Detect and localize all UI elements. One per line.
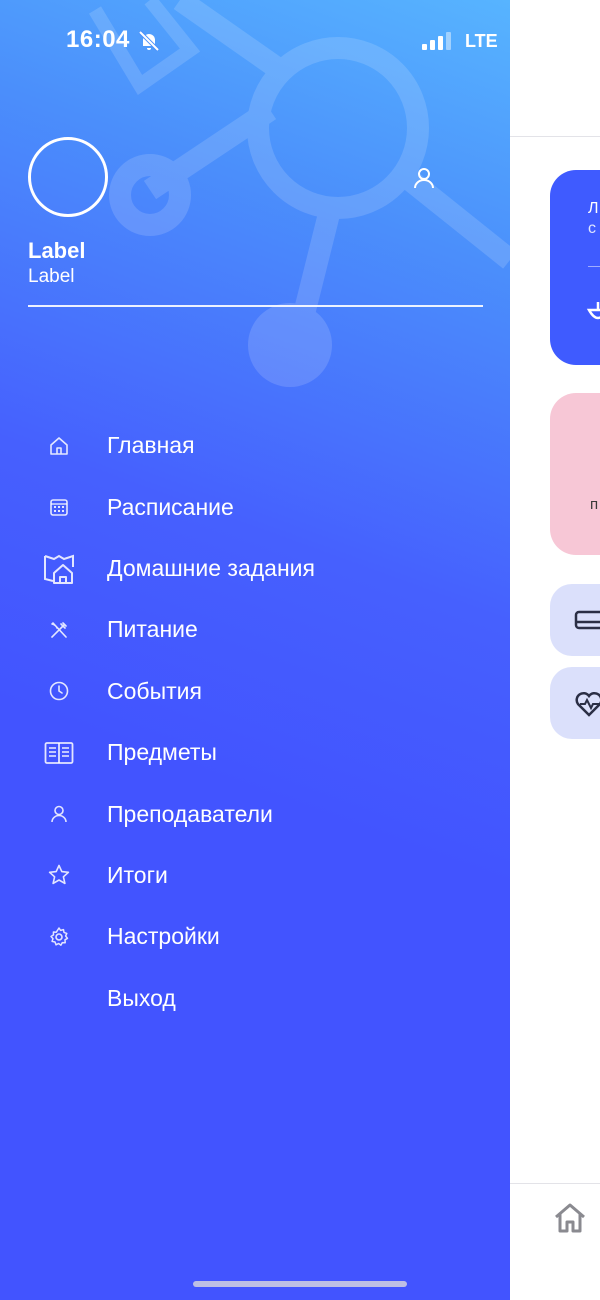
clock-icon — [40, 672, 78, 710]
calendar-icon — [40, 488, 78, 526]
network-type: LTE — [465, 31, 498, 51]
menu-item-homework[interactable]: Домашние задания — [0, 538, 510, 599]
drawer-menu: Главная Расписание Домашние задания Пита… — [0, 415, 510, 1029]
alert-card[interactable]: п — [550, 393, 600, 555]
menu-item-label: Предметы — [107, 739, 217, 766]
menu-item-label: Питание — [107, 616, 198, 643]
food-icon — [586, 302, 600, 320]
card-shortcut[interactable] — [550, 584, 600, 656]
menu-item-label: События — [107, 677, 202, 704]
menu-item-label: Итоги — [107, 861, 168, 888]
avatar[interactable] — [28, 137, 108, 217]
menu-item-label: Расписание — [107, 493, 234, 520]
gear-icon — [40, 918, 78, 956]
signal-icon — [422, 32, 451, 50]
info-card-line-1: Л — [588, 200, 599, 217]
menu-item-label: Домашние задания — [107, 554, 315, 581]
menu-item-logout[interactable]: Выход — [0, 968, 510, 1029]
tab-home-icon[interactable] — [552, 1200, 588, 1236]
menu-item-label: Преподаватели — [107, 800, 273, 827]
heart-pulse-icon — [575, 691, 600, 717]
tabbar-divider — [510, 1183, 600, 1184]
status-time: 16:04 — [66, 26, 130, 53]
homework-icon — [40, 549, 78, 587]
menu-item-events[interactable]: События — [0, 661, 510, 722]
menu-item-teachers[interactable]: Преподаватели — [0, 783, 510, 844]
navigation-drawer: 16:04 LTE Label Label Главная Расписание — [0, 0, 510, 1300]
profile-icon[interactable] — [410, 164, 438, 192]
star-icon — [40, 856, 78, 894]
info-card-line-2: с — [588, 220, 596, 237]
menu-item-home[interactable]: Главная — [0, 415, 510, 476]
home-icon — [40, 427, 78, 465]
menu-item-label: Выход — [107, 984, 176, 1011]
menu-item-schedule[interactable]: Расписание — [0, 476, 510, 537]
alert-card-text: п — [590, 496, 599, 513]
menu-item-food[interactable]: Питание — [0, 599, 510, 660]
bell-muted-icon — [138, 30, 160, 52]
profile-divider — [28, 305, 483, 307]
header-divider — [510, 136, 600, 137]
user-name: Label — [28, 238, 86, 263]
health-shortcut[interactable] — [550, 667, 600, 739]
book-icon — [40, 734, 78, 772]
background-screen: Л с п — [510, 0, 600, 1300]
menu-item-label: Настройки — [107, 923, 220, 950]
menu-item-results[interactable]: Итоги — [0, 845, 510, 906]
card-icon — [574, 610, 600, 630]
info-card-divider — [588, 266, 600, 267]
home-indicator — [193, 1281, 407, 1287]
person-icon — [40, 795, 78, 833]
utensils-icon — [40, 611, 78, 649]
menu-item-subjects[interactable]: Предметы — [0, 722, 510, 783]
menu-item-settings[interactable]: Настройки — [0, 906, 510, 967]
menu-item-label: Главная — [107, 432, 195, 459]
info-card[interactable]: Л с — [550, 170, 600, 365]
user-subtitle: Label — [28, 266, 75, 287]
